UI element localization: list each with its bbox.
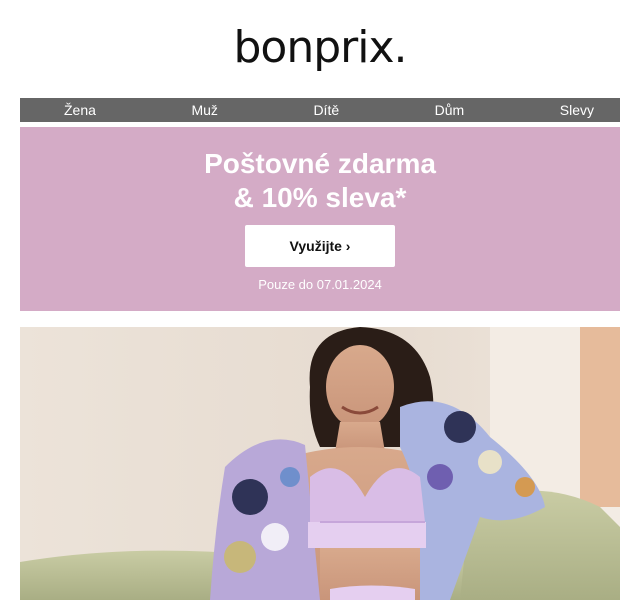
- bonprix-logo[interactable]: bonprix.: [233, 26, 407, 70]
- promo-headline-line2: & 10% sleva*: [233, 182, 407, 213]
- hero-photo: [20, 327, 620, 600]
- nav-item-zena[interactable]: Žena: [64, 98, 96, 122]
- promo-cta-button[interactable]: Využijte ›: [245, 225, 395, 267]
- promo-banner: Poštovné zdarma & 10% sleva* Využijte › …: [20, 127, 620, 311]
- nav-item-slevy[interactable]: Slevy: [560, 98, 594, 122]
- hero-image[interactable]: [20, 327, 620, 600]
- nav-item-dum[interactable]: Dům: [435, 98, 465, 122]
- nav-item-dite[interactable]: Dítě: [313, 98, 339, 122]
- header: bonprix.: [0, 26, 640, 70]
- promo-validity-note: Pouze do 07.01.2024: [258, 277, 382, 292]
- nav-item-muz[interactable]: Muž: [191, 98, 217, 122]
- promo-headline-line1: Poštovné zdarma: [204, 148, 436, 179]
- main-nav: Žena Muž Dítě Dům Slevy: [20, 98, 620, 122]
